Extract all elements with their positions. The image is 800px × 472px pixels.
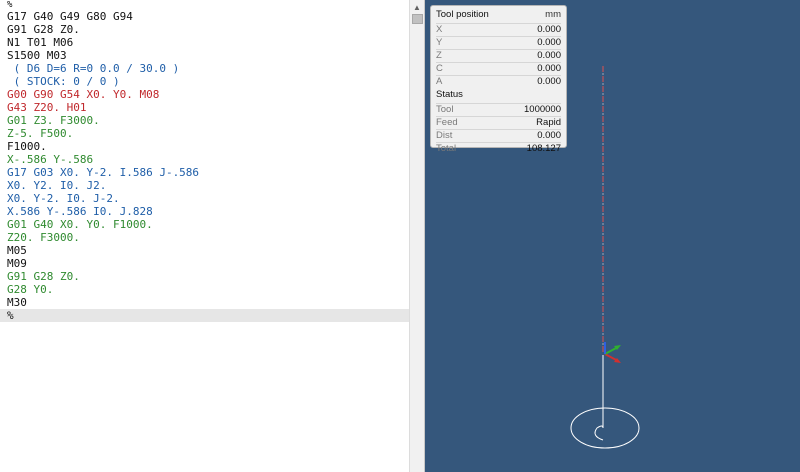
code-line[interactable]: N1 T01 M06	[0, 36, 409, 49]
code-line[interactable]: X0. Y2. I0. J2.	[0, 179, 409, 192]
status-row-feed: Feed Rapid	[436, 116, 561, 129]
row-label: Tool	[436, 104, 454, 115]
code-line[interactable]: X.586 Y-.586 I0. J.828	[0, 205, 409, 218]
tool-position-panel: Tool position mm X 0.000 Y 0.000 Z 0.000…	[430, 5, 567, 154]
code-line[interactable]: G43 Z20. H01	[0, 101, 409, 114]
row-value: 0.000	[537, 50, 561, 61]
row-label: Total	[436, 143, 457, 154]
code-line[interactable]: G17 G03 X0. Y-2. I.586 J-.586	[0, 166, 409, 179]
tool-position-title: Tool position	[436, 9, 489, 20]
code-line[interactable]: M05	[0, 244, 409, 257]
code-line[interactable]: M09	[0, 257, 409, 270]
row-label: A	[436, 76, 443, 87]
vertical-scrollbar[interactable]: ▲	[409, 0, 424, 472]
scrollbar-thumb[interactable]	[412, 14, 423, 24]
row-value: 1000000	[524, 104, 561, 115]
position-row-a: A 0.000	[436, 75, 561, 88]
entry-arc-toolpath	[594, 425, 604, 441]
row-value: 0.000	[537, 37, 561, 48]
code-line[interactable]: G91 G28 Z0.	[0, 23, 409, 36]
row-value: Rapid	[536, 117, 561, 128]
row-label: Z	[436, 50, 442, 61]
gcode-editor[interactable]: % G17 G40 G49 G80 G94 G91 G28 Z0. N1 T01 M0…	[0, 0, 425, 472]
row-label: Feed	[436, 117, 458, 128]
status-row-total: Total 108.127	[436, 142, 561, 155]
position-row-y: Y 0.000	[436, 36, 561, 49]
code-line[interactable]: G01 Z3. F3000.	[0, 114, 409, 127]
row-value: 0.000	[537, 63, 561, 74]
code-line[interactable]: M30	[0, 296, 409, 309]
code-line[interactable]: Z20. F3000.	[0, 231, 409, 244]
position-row-c: C 0.000	[436, 62, 561, 75]
code-line[interactable]: G01 G40 X0. Y0. F1000.	[0, 218, 409, 231]
code-line[interactable]: X-.586 Y-.586	[0, 153, 409, 166]
row-value: 108.127	[526, 143, 561, 154]
position-row-x: X 0.000	[436, 23, 561, 36]
position-row-z: Z 0.000	[436, 49, 561, 62]
code-line[interactable]: G00 G90 G54 X0. Y0. M08	[0, 88, 409, 101]
row-value: 0.000	[537, 24, 561, 35]
status-row-tool: Tool 1000000	[436, 103, 561, 116]
code-line[interactable]: %	[0, 0, 409, 10]
code-line[interactable]: F1000.	[0, 140, 409, 153]
row-value: 0.000	[537, 130, 561, 141]
unit-label: mm	[545, 9, 561, 20]
code-line[interactable]: G91 G28 Z0.	[0, 270, 409, 283]
code-line[interactable]: S1500 M03	[0, 49, 409, 62]
row-label: Dist	[436, 130, 453, 141]
row-value: 0.000	[537, 76, 561, 87]
row-label: X	[436, 24, 443, 35]
code-text-area[interactable]: % G17 G40 G49 G80 G94 G91 G28 Z0. N1 T01 M0…	[0, 0, 409, 472]
status-header: Status	[436, 88, 561, 102]
chevron-up-icon[interactable]: ▲	[411, 2, 423, 14]
code-line[interactable]: %	[0, 309, 409, 322]
code-line[interactable]: Z-5. F500.	[0, 127, 409, 140]
row-label: C	[436, 63, 443, 74]
status-row-dist: Dist 0.000	[436, 129, 561, 142]
circular-toolpath	[570, 407, 640, 449]
code-line[interactable]: G17 G40 G49 G80 G94	[0, 10, 409, 23]
code-line[interactable]: X0. Y-2. I0. J-2.	[0, 192, 409, 205]
row-label: Y	[436, 37, 443, 48]
status-title: Status	[436, 89, 463, 100]
code-line[interactable]: ( STOCK: 0 / 0 )	[0, 75, 409, 88]
code-line[interactable]: G28 Y0.	[0, 283, 409, 296]
tool-position-header: Tool position mm	[436, 8, 561, 22]
code-line[interactable]: ( D6 D=6 R=0 0.0 / 30.0 )	[0, 62, 409, 75]
